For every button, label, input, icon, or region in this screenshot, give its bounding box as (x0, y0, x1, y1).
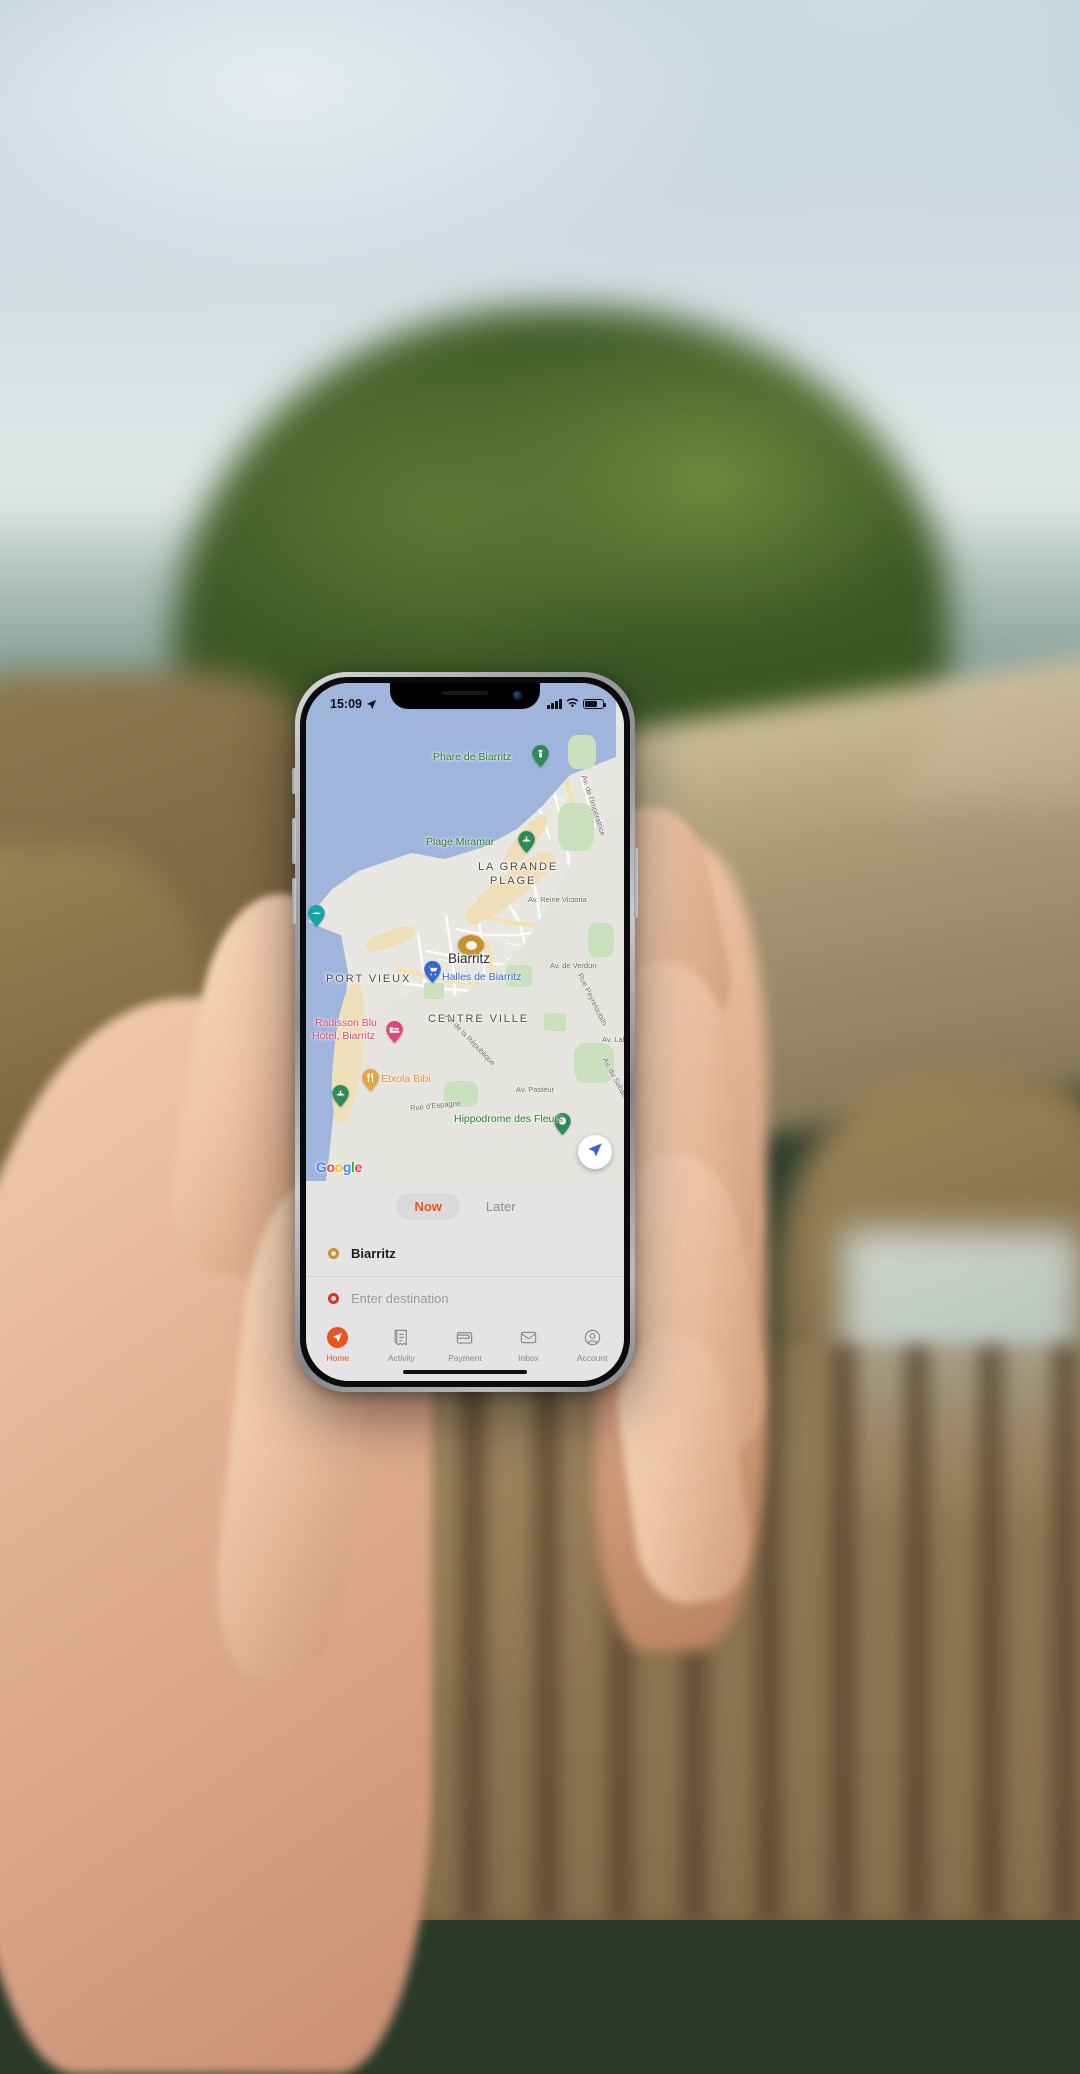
hippodrome-pin[interactable] (554, 1113, 571, 1135)
tab-home[interactable]: Home (309, 1327, 367, 1363)
biarritz-city-marker[interactable] (458, 935, 484, 955)
phare-de-biarritz-pin[interactable] (532, 745, 549, 767)
google-letter-o1: o (327, 1159, 335, 1175)
halles-de-biarritz-pin[interactable] (424, 961, 441, 983)
bottom-sheet: Now Later Biarritz Enter destination (306, 1181, 624, 1381)
phone-bezel: 15:09 (300, 677, 630, 1387)
map-view[interactable]: Phare de Biarritz Plage Miramar LA GRAND… (306, 683, 624, 1181)
status-bar-right (547, 697, 604, 711)
destination-dot-icon (328, 1293, 339, 1304)
wifi-icon (566, 697, 579, 711)
google-letter-g2: g (343, 1159, 351, 1175)
location-arrow-icon (366, 699, 377, 710)
tab-payment[interactable]: Payment (436, 1327, 494, 1363)
phone-screen: 15:09 (306, 683, 624, 1381)
destination-input[interactable]: Enter destination (351, 1291, 449, 1306)
etxola-bibi-pin[interactable] (362, 1069, 379, 1091)
google-attribution: Google (316, 1159, 362, 1175)
battery-icon (583, 699, 604, 710)
tab-activity-label: Activity (388, 1353, 415, 1363)
google-letter-g: G (316, 1159, 327, 1175)
power-button[interactable] (634, 848, 638, 918)
navigate-arrow-icon (327, 1327, 348, 1348)
time-segmented-control: Now Later (306, 1181, 624, 1232)
tab-payment-label: Payment (448, 1353, 482, 1363)
plage-miramar-pin[interactable] (518, 831, 535, 853)
home-indicator[interactable] (403, 1370, 527, 1375)
receipt-icon (392, 1327, 411, 1348)
radisson-blu-pin[interactable] (386, 1021, 403, 1043)
smartphone-device: 15:09 (295, 672, 635, 1392)
silent-switch[interactable] (292, 768, 296, 794)
tab-inbox[interactable]: Inbox (500, 1327, 558, 1363)
navigate-locate-icon (587, 1142, 603, 1163)
cellular-signal-icon (547, 699, 562, 709)
west-coast-pin[interactable] (308, 905, 325, 927)
tab-account[interactable]: Account (563, 1327, 621, 1363)
google-letter-o2: o (335, 1159, 343, 1175)
tab-home-label: Home (326, 1353, 349, 1363)
pickup-value: Biarritz (351, 1246, 396, 1261)
tab-home-icon-wrap (327, 1327, 348, 1348)
volume-up-button[interactable] (292, 818, 296, 864)
status-time: 15:09 (330, 697, 362, 711)
segment-later[interactable]: Later (468, 1193, 534, 1220)
volume-down-button[interactable] (292, 878, 296, 924)
wallet-icon (455, 1327, 474, 1348)
pickup-row[interactable]: Biarritz (306, 1232, 624, 1276)
google-letter-e: e (354, 1159, 361, 1175)
person-circle-icon (583, 1327, 602, 1348)
status-bar-left: 15:09 (330, 697, 377, 711)
tab-activity[interactable]: Activity (372, 1327, 430, 1363)
pickup-dot-icon (328, 1248, 339, 1259)
locate-me-button[interactable] (578, 1135, 612, 1169)
status-bar: 15:09 (306, 683, 624, 717)
envelope-icon (519, 1327, 538, 1348)
segment-now[interactable]: Now (396, 1193, 459, 1220)
beach-south-pin[interactable] (332, 1085, 349, 1107)
tab-inbox-label: Inbox (518, 1353, 539, 1363)
tab-account-label: Account (577, 1353, 608, 1363)
destination-row[interactable]: Enter destination (306, 1276, 624, 1320)
